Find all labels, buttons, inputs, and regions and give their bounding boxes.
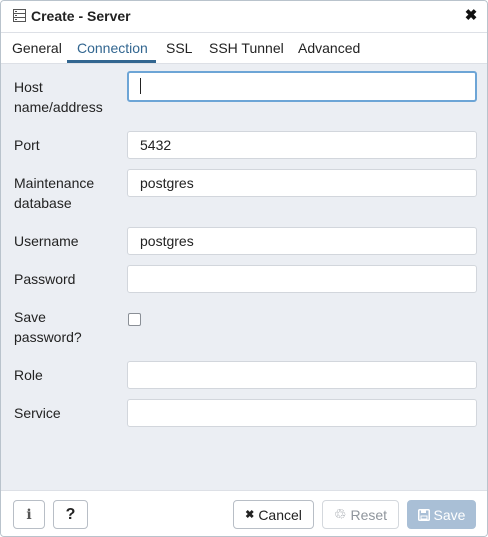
host-input[interactable] <box>127 71 477 102</box>
host-label: Host name/address <box>14 77 103 117</box>
host-label-line2: name/address <box>14 99 103 115</box>
maintenance-db-label: Maintenance database <box>14 173 94 213</box>
save-button[interactable]: Save <box>407 500 476 529</box>
username-label: Username <box>14 233 79 249</box>
username-input[interactable]: postgres <box>127 227 477 255</box>
tab-ssh-tunnel[interactable]: SSH Tunnel <box>209 40 284 56</box>
active-tab-indicator <box>67 60 156 63</box>
close-icon[interactable]: ✖ <box>464 8 478 24</box>
save-password-label-line2: password? <box>14 329 82 345</box>
text-caret <box>140 78 141 95</box>
service-label: Service <box>14 405 61 421</box>
reset-button-label: Reset <box>350 506 388 523</box>
tab-connection[interactable]: Connection <box>77 40 148 56</box>
info-button[interactable]: i <box>13 500 45 529</box>
cancel-button[interactable]: ✖ Cancel <box>233 500 314 529</box>
save-password-label-line1: Save <box>14 309 46 325</box>
server-icon <box>13 9 26 22</box>
floppy-disk-icon <box>417 508 430 521</box>
dialog-footer: i ? ✖ Cancel ♲ Reset Save <box>1 490 487 536</box>
cancel-button-label: Cancel <box>258 506 302 523</box>
password-input[interactable] <box>127 265 477 293</box>
host-label-line1: Host <box>14 79 43 95</box>
service-input[interactable] <box>127 399 477 427</box>
x-icon: ✖ <box>245 509 255 521</box>
question-icon: ? <box>65 505 76 523</box>
save-button-label: Save <box>433 506 466 523</box>
dialog-title: Create - Server <box>31 8 131 24</box>
recycle-icon: ♲ <box>333 506 347 523</box>
tab-bar: General Connection SSL SSH Tunnel Advanc… <box>1 33 487 64</box>
tab-general[interactable]: General <box>12 40 62 56</box>
role-label: Role <box>14 367 43 383</box>
info-icon: i <box>26 506 32 523</box>
tab-ssl[interactable]: SSL <box>166 40 192 56</box>
password-label: Password <box>14 271 76 287</box>
save-password-checkbox[interactable] <box>128 313 141 326</box>
help-button[interactable]: ? <box>53 500 88 529</box>
dialog-titlebar[interactable]: Create - Server ✖ <box>1 1 487 33</box>
port-input[interactable]: 5432 <box>127 131 477 159</box>
role-input[interactable] <box>127 361 477 389</box>
port-label: Port <box>14 137 40 153</box>
maintenance-db-label-line2: database <box>14 195 72 211</box>
maintenance-db-input[interactable]: postgres <box>127 169 477 197</box>
create-server-dialog: Create - Server ✖ General Connection SSL… <box>0 0 488 537</box>
save-password-label: Save password? <box>14 307 82 347</box>
tab-advanced[interactable]: Advanced <box>298 40 360 56</box>
maintenance-db-label-line1: Maintenance <box>14 175 95 191</box>
reset-button[interactable]: ♲ Reset <box>322 500 399 529</box>
